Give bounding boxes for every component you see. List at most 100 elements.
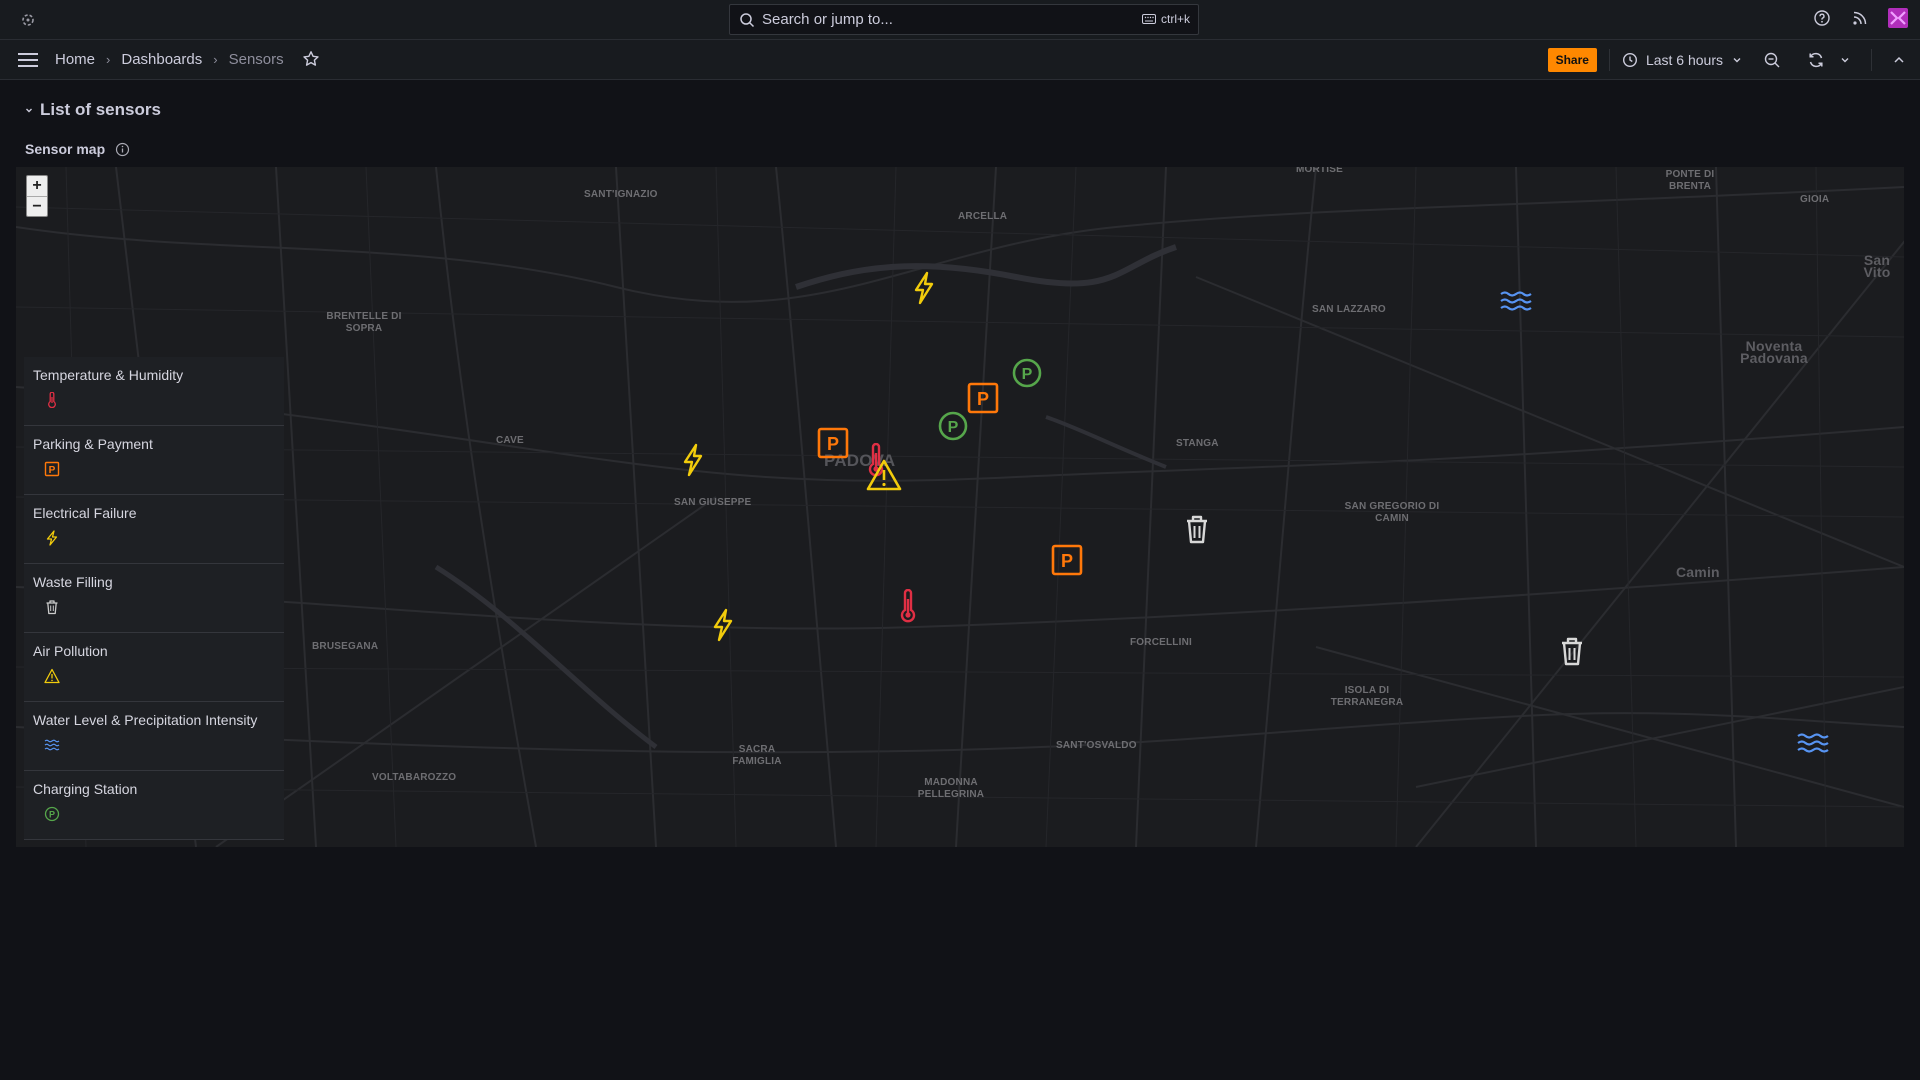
map-label: Noventa Padovana (1740, 338, 1808, 366)
legend-label: Parking & Payment (33, 436, 153, 452)
map-label: BRENTELLE DI SOPRA (326, 311, 402, 334)
parking-icon: P (44, 461, 60, 477)
svg-text:P: P (827, 434, 839, 454)
zoom-in-button[interactable]: + (27, 176, 47, 196)
chevron-down-icon (26, 108, 32, 113)
map-label: SANT'IGNAZIO (584, 189, 658, 200)
parking-marker-icon[interactable]: P (1051, 544, 1083, 576)
svg-text:P: P (948, 419, 959, 436)
news-feed-icon[interactable] (1850, 8, 1870, 28)
share-button[interactable]: Share (1547, 48, 1597, 72)
divider (1871, 49, 1872, 71)
search-input[interactable]: Search or jump to... ctrl+k (729, 4, 1199, 35)
zoom-out-button[interactable]: − (27, 196, 47, 216)
legend-label: Charging Station (33, 781, 138, 797)
warning-marker-icon[interactable] (865, 458, 903, 492)
lightning-marker-icon[interactable] (680, 443, 706, 477)
lightning-marker-icon[interactable] (710, 608, 736, 642)
trash-marker-icon[interactable] (1182, 513, 1212, 545)
row-title: List of sensors (40, 100, 161, 119)
search-placeholder: Search or jump to... (762, 11, 893, 28)
charging-icon: P (44, 806, 60, 822)
map-label: ARCELLA (958, 211, 1008, 222)
waves-icon (44, 739, 60, 751)
chevron-right-icon: › (213, 51, 218, 67)
chevron-up-icon[interactable] (1890, 51, 1908, 69)
map-label: PONTE DI BRENTA (1665, 169, 1715, 192)
charging-marker-icon[interactable]: P (1011, 357, 1043, 389)
legend-label: Electrical Failure (33, 505, 137, 521)
waves-marker-icon[interactable] (1499, 289, 1533, 313)
legend-label: Air Pollution (33, 643, 108, 659)
user-avatar-icon[interactable] (1888, 8, 1908, 28)
svg-text:P: P (49, 810, 55, 820)
time-range-label: Last 6 hours (1645, 52, 1723, 68)
svg-text:P: P (1022, 366, 1033, 383)
grafana-logo-icon[interactable] (14, 10, 42, 30)
nav-bar: Home › Dashboards › Sensors Share Last 6… (0, 40, 1920, 80)
map-label: SANT'OSVALDO (1056, 740, 1137, 751)
star-icon[interactable] (302, 50, 320, 68)
map-label: ISOLA DI TERRANEGRA (1330, 685, 1404, 708)
map-label: VOLTABAROZZO (372, 772, 457, 783)
legend-item-parking: Parking & Payment P (24, 426, 284, 495)
refresh-icon[interactable] (1807, 51, 1825, 69)
map-label: SAN GIUSEPPE (674, 497, 752, 508)
svg-text:P: P (49, 465, 56, 476)
row-header[interactable]: List of sensors (24, 100, 161, 120)
map-label: Camin (1676, 564, 1720, 580)
legend-label: Temperature & Humidity (33, 367, 184, 383)
map-label: FORCELLINI (1130, 637, 1192, 648)
refresh-interval-chevron-icon[interactable] (1839, 51, 1851, 69)
parking-marker-icon[interactable]: P (967, 382, 999, 414)
legend-item-waste: Waste Filling (24, 564, 284, 633)
map-label: SAN GREGORIO DI CAMIN (1344, 501, 1440, 524)
divider (1608, 49, 1610, 71)
warning-icon (44, 668, 60, 684)
lightning-marker-icon[interactable] (911, 271, 937, 305)
thermometer-marker-icon[interactable] (898, 589, 918, 625)
keyboard-icon (1141, 14, 1156, 24)
panel-header: Sensor map (25, 141, 130, 157)
clock-icon (1622, 52, 1637, 68)
zoom-out-icon[interactable] (1763, 51, 1781, 69)
map-label: MORTISE (1296, 167, 1343, 175)
top-bar: Search or jump to... ctrl+k (0, 0, 1920, 40)
breadcrumb: Home › Dashboards › Sensors (55, 50, 320, 68)
legend-item-charging: Charging Station P (24, 771, 284, 840)
map-label: SAN LAZZARO (1312, 304, 1386, 315)
map-basemap (16, 167, 1904, 847)
chevron-down-icon (1733, 58, 1741, 63)
legend-label: Waste Filling (33, 574, 113, 590)
search-icon (740, 12, 755, 27)
map-label: CAVE (496, 435, 524, 446)
parking-marker-icon[interactable]: P (817, 427, 849, 459)
breadcrumb-dashboards[interactable]: Dashboards (121, 51, 202, 68)
breadcrumb-home[interactable]: Home (55, 51, 95, 68)
help-icon[interactable] (1812, 8, 1832, 28)
map-label: STANGA (1176, 438, 1219, 449)
map-legend: Temperature & Humidity Parking & Payment… (24, 357, 284, 840)
info-icon[interactable] (115, 142, 130, 157)
trash-marker-icon[interactable] (1557, 635, 1587, 667)
zoom-control: + − (26, 175, 48, 217)
map-label: MADONNA PELLEGRINA (917, 777, 985, 800)
legend-label: Water Level & Precipitation Intensity (33, 712, 258, 728)
shortcut-label: ctrl+k (1160, 12, 1190, 26)
legend-item-air-pollution: Air Pollution (24, 633, 284, 702)
charging-marker-icon[interactable]: P (937, 410, 969, 442)
svg-text:P: P (1061, 551, 1073, 571)
time-range-picker[interactable]: Last 6 hours (1622, 52, 1743, 68)
sensor-map[interactable]: + − SANT'IGNAZIO ARCELLA MORTISE PONTE D… (16, 167, 1904, 847)
menu-icon[interactable] (16, 50, 40, 70)
lightning-icon (46, 530, 58, 546)
map-label: BRUSEGANA (312, 641, 379, 652)
thermometer-icon (48, 391, 56, 409)
svg-text:P: P (977, 389, 989, 409)
map-label: SACRA FAMIGLIA (732, 744, 782, 767)
waves-marker-icon[interactable] (1796, 731, 1830, 755)
legend-item-electrical: Electrical Failure (24, 495, 284, 564)
trash-icon (46, 600, 58, 615)
legend-item-temperature: Temperature & Humidity (24, 357, 284, 426)
breadcrumb-sensors: Sensors (228, 50, 284, 68)
